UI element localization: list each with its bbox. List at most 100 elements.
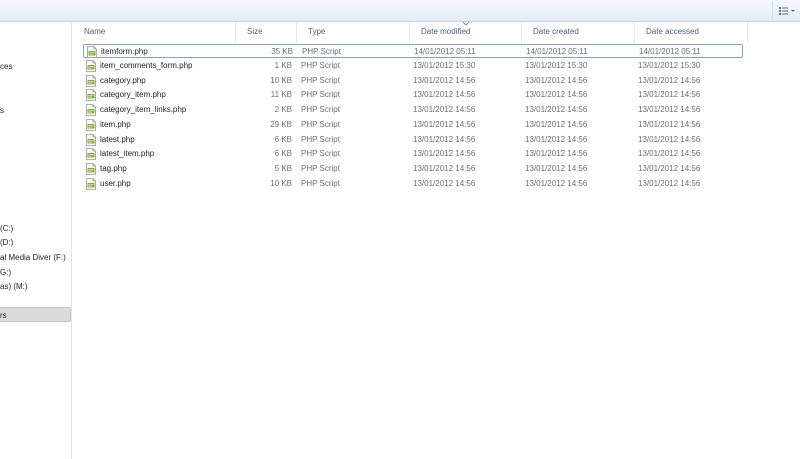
file-type: PHP Script [301,75,340,85]
file-date-accessed: 13/01/2012 14:56 [638,164,701,173]
nav-item-drive-f[interactable]: al Media Diver (F:) [0,250,71,265]
file-size: 29 KB [270,119,292,129]
file-date-modified: 13/01/2012 15:30 [413,60,476,70]
file-date-created: 13/01/2012 14:56 [525,178,588,188]
change-view-button[interactable] [772,1,800,21]
nav-item-drive-c[interactable]: (C:) [0,221,71,236]
file-row[interactable]: category_item_links.php 2 KB PHP Script … [83,103,745,117]
php-file-icon [86,163,96,175]
file-date-created: 13/01/2012 14:56 [525,134,588,144]
file-name: category_item_links.php [100,105,187,114]
file-date-accessed: 13/01/2012 14:56 [638,75,701,85]
file-date-created: 13/01/2012 15:30 [525,60,588,70]
php-file-icon [86,74,96,87]
column-header-date-modified[interactable]: Date modified [410,22,522,43]
nav-item-libraries[interactable]: s [0,103,71,118]
php-file-icon [86,118,96,131]
file-size: 11 KB [270,90,292,100]
details-view-icon [778,7,795,15]
file-size: 5 KB [274,164,292,173]
php-file-icon [86,177,96,190]
column-header-size[interactable]: Size [236,22,297,43]
file-type: PHP Script [301,60,340,70]
file-size: 2 KB [274,105,292,114]
file-name: category_item.php [100,90,166,100]
file-date-accessed: 13/01/2012 14:56 [638,90,701,100]
nav-item-favorites-places[interactable]: ces [0,59,71,74]
file-type: PHP Script [301,119,340,129]
nav-item-drive-g[interactable]: G:) [0,265,71,280]
file-size: 10 KB [270,75,292,85]
file-date-accessed: 14/01/2012 05:11 [639,47,701,56]
file-name: itemform.php [101,47,148,56]
file-date-created: 13/01/2012 14:56 [525,119,588,129]
column-header-type-label: Type [308,27,326,36]
navigation-pane: ces s (C:) (D:) al Media Diver (F:) G:) … [0,22,72,459]
file-row[interactable]: itemform.php 35 KB PHP Script 14/01/2012… [83,44,743,58]
file-size: 1 KB [274,60,292,70]
file-date-modified: 13/01/2012 14:56 [413,90,476,100]
file-name: item_comments_form.php [100,60,193,70]
file-date-accessed: 13/01/2012 14:56 [638,134,701,144]
nav-item-drive-d[interactable]: (D:) [0,235,71,250]
file-type: PHP Script [301,178,340,188]
file-size: 35 KB [271,47,293,56]
file-row[interactable]: user.php 10 KB PHP Script 13/01/2012 14:… [83,177,745,191]
file-type: PHP Script [301,134,340,144]
php-file-icon [86,133,96,146]
column-header-date-modified-label: Date modified [421,27,471,36]
php-file-icon [86,104,96,116]
file-type: PHP Script [301,149,340,159]
column-header-row: Name Size Type Date modified Date create… [73,22,800,43]
column-header-date-accessed-label: Date accessed [646,27,699,36]
php-file-icon [86,59,96,72]
column-header-type[interactable]: Type [297,22,410,43]
file-size: 6 KB [274,149,292,159]
column-header-date-accessed[interactable]: Date accessed [635,22,748,43]
file-date-modified: 13/01/2012 14:56 [413,178,476,188]
file-name: tag.php [100,164,127,173]
file-name: category.php [100,75,146,85]
file-name: user.php [100,178,131,188]
column-header-name[interactable]: Name [73,22,236,43]
file-name: latest_item.php [100,149,155,159]
column-header-date-created-label: Date created [533,27,579,36]
sort-down-icon [410,22,521,26]
nav-item-selected-folder[interactable]: rs [0,307,71,322]
file-row[interactable]: latest_item.php 6 KB PHP Script 13/01/20… [83,147,745,161]
file-date-created: 13/01/2012 14:56 [525,164,588,173]
file-row[interactable]: item_comments_form.php 1 KB PHP Script 1… [83,59,745,73]
file-date-modified: 13/01/2012 14:56 [413,75,476,85]
file-date-accessed: 13/01/2012 14:56 [638,105,701,114]
file-row[interactable]: category_item.php 11 KB PHP Script 13/01… [83,88,745,102]
file-row[interactable]: latest.php 6 KB PHP Script 13/01/2012 14… [83,133,745,147]
file-date-created: 14/01/2012 05:11 [526,47,588,56]
file-type: PHP Script [301,105,340,114]
column-header-name-label: Name [84,27,106,36]
nav-item-drive-m[interactable]: as) (M:) [0,279,71,294]
file-date-accessed: 13/01/2012 14:56 [638,119,701,129]
file-date-created: 13/01/2012 14:56 [525,105,588,114]
file-name: latest.php [100,134,135,144]
file-date-accessed: 13/01/2012 14:56 [638,149,701,159]
file-row[interactable]: category.php 10 KB PHP Script 13/01/2012… [83,74,745,88]
column-header-date-created[interactable]: Date created [522,22,635,43]
file-date-modified: 13/01/2012 14:56 [413,149,476,159]
file-size: 6 KB [274,134,292,144]
file-date-modified: 14/01/2012 05:11 [414,47,476,56]
file-type: PHP Script [301,90,340,100]
file-date-accessed: 13/01/2012 14:56 [638,178,701,188]
column-header-size-label: Size [247,27,263,36]
file-date-created: 13/01/2012 14:56 [525,90,588,100]
file-row[interactable]: item.php 29 KB PHP Script 13/01/2012 14:… [83,118,745,132]
file-type: PHP Script [301,164,340,173]
file-row[interactable]: tag.php 5 KB PHP Script 13/01/2012 14:56… [83,162,745,176]
php-file-icon [87,46,97,58]
file-type: PHP Script [302,47,341,56]
php-file-icon [86,89,96,102]
file-date-modified: 13/01/2012 14:56 [413,119,476,129]
file-date-created: 13/01/2012 14:56 [525,149,588,159]
php-file-icon [86,148,96,161]
file-date-created: 13/01/2012 14:56 [525,75,588,85]
file-date-accessed: 13/01/2012 15:30 [638,60,701,70]
